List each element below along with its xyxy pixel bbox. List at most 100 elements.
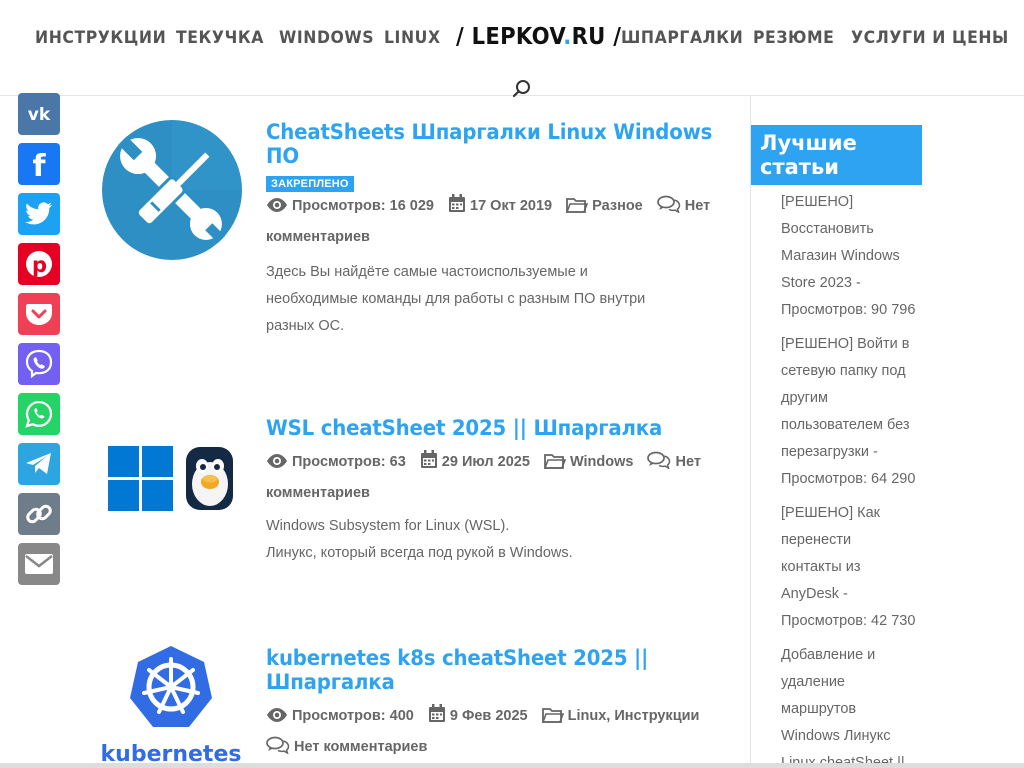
excerpt-line: необходимые команды для работы с разным … bbox=[266, 291, 646, 307]
post-title[interactable]: CheatSheets Шпаргалки Linux Windows ПО bbox=[266, 120, 712, 168]
post-thumbnail[interactable]: kubernetes bbox=[100, 646, 245, 768]
nav-item-linux[interactable]: LINUX bbox=[384, 28, 441, 47]
logo-prefix: / LEPKOV bbox=[456, 24, 564, 50]
comments-icon bbox=[647, 451, 671, 479]
vk-icon[interactable]: vk bbox=[18, 93, 60, 135]
post-category-link[interactable]: Linux bbox=[568, 708, 607, 724]
calendar-icon bbox=[448, 194, 466, 223]
best-articles-list: [РЕШЕНО] Восстановить Магазин Windows St… bbox=[751, 189, 926, 768]
post-date: 17 Окт 2019 bbox=[470, 198, 553, 214]
post-category-link[interactable]: Windows bbox=[570, 454, 634, 470]
link-line: сетевую папку под bbox=[781, 363, 906, 379]
nav-item-windows[interactable]: WINDOWS bbox=[279, 28, 374, 47]
link-line: [РЕШЕНО] Войти в bbox=[781, 336, 910, 352]
logo-dot: . bbox=[563, 24, 572, 50]
article-link[interactable]: Добавление и удаление маршрутов Windows … bbox=[781, 647, 905, 768]
logo-suffix: RU / bbox=[571, 24, 622, 50]
post-title[interactable]: WSL cheatSheet 2025 || Шпаргалка bbox=[266, 416, 689, 440]
link-line: маршрутов bbox=[781, 701, 857, 717]
calendar-icon bbox=[428, 704, 446, 733]
post-comments-link-cont[interactable]: комментариев bbox=[266, 485, 370, 501]
viber-icon[interactable] bbox=[18, 343, 60, 385]
excerpt-line: Windows Subsystem for Linux (WSL). bbox=[266, 518, 510, 534]
facebook-icon[interactable]: f bbox=[18, 143, 60, 185]
list-item[interactable]: [РЕШЕНО] Как перенести контакты из AnyDe… bbox=[781, 500, 926, 635]
post-title-line: CheatSheets Шпаргалки Linux Windows bbox=[266, 120, 713, 144]
post-category-link[interactable]: Инструкции bbox=[614, 708, 699, 724]
link-line: пользователем без bbox=[781, 417, 910, 433]
article-link[interactable]: [РЕШЕНО] Восстановить Магазин Windows St… bbox=[781, 194, 915, 318]
link-line: Восстановить bbox=[781, 221, 874, 237]
eye-icon bbox=[266, 705, 288, 733]
social-share-bar: vk f p bbox=[18, 93, 60, 593]
post-content: WSL cheatSheet 2025 || Шпаргалка Просмот… bbox=[266, 416, 716, 567]
site-logo[interactable]: / LEPKOV.RU / bbox=[456, 24, 621, 50]
nav-item-cheatsheets[interactable]: ШПАРГАЛКИ bbox=[621, 28, 743, 47]
nav-item-instructions[interactable]: ИНСТРУКЦИИ bbox=[35, 28, 166, 47]
link-line: удаление bbox=[781, 674, 845, 690]
post-date: 29 Июл 2025 bbox=[441, 454, 530, 470]
svg-text:f: f bbox=[32, 149, 46, 179]
link-line: Добавление и bbox=[781, 647, 876, 663]
horizontal-scrollbar[interactable] bbox=[0, 763, 1024, 768]
email-icon[interactable] bbox=[18, 543, 60, 585]
pinterest-icon[interactable]: p bbox=[18, 243, 60, 285]
post-category-link[interactable]: Разное bbox=[592, 198, 643, 214]
comments-icon bbox=[656, 195, 681, 223]
excerpt-line: Здесь Вы найдёте самые частоиспользуемые… bbox=[266, 264, 588, 280]
link-line: [РЕШЕНО] bbox=[781, 194, 854, 210]
folder-icon bbox=[565, 195, 589, 223]
calendar-icon bbox=[420, 450, 438, 479]
post-thumbnail[interactable] bbox=[100, 416, 245, 561]
post-date: 9 Фев 2025 bbox=[449, 708, 528, 724]
svg-text:vk: vk bbox=[28, 105, 51, 124]
link-line: перезагрузки - bbox=[781, 444, 878, 460]
post-content: kubernetes k8s cheatSheet 2025 || Шпаргал… bbox=[266, 646, 716, 764]
eye-icon bbox=[266, 195, 288, 223]
link-line: Просмотров: 64 290 bbox=[781, 471, 916, 487]
folder-icon bbox=[543, 451, 567, 479]
windows-logo-icon bbox=[108, 446, 173, 511]
link-line: Просмотров: 42 730 bbox=[781, 613, 916, 629]
link-line: Store 2023 - bbox=[781, 275, 861, 291]
eye-icon bbox=[266, 451, 288, 479]
list-item[interactable]: [РЕШЕНО] Восстановить Магазин Windows St… bbox=[781, 189, 926, 324]
sidebar-best-articles: Лучшие статьи [РЕШЕНО] Восстановить Мага… bbox=[751, 125, 926, 768]
link-line: контакты из bbox=[781, 559, 861, 575]
link-line: AnyDesk - bbox=[781, 586, 848, 602]
post-title-line: kubernetes k8s cheatSheet 2025 || bbox=[266, 646, 649, 670]
kubernetes-logo-icon: kubernetes bbox=[101, 646, 241, 767]
nav-item-services[interactable]: УСЛУГИ И ЦЕНЫ bbox=[851, 28, 1009, 47]
telegram-icon[interactable] bbox=[18, 443, 60, 485]
post-thumbnail[interactable] bbox=[100, 120, 245, 265]
post-comments-link[interactable]: Нет bbox=[675, 454, 700, 470]
post-excerpt: Здесь Вы найдёте самые частоиспользуемые… bbox=[266, 259, 716, 340]
svg-text:p: p bbox=[32, 253, 47, 277]
tools-icon bbox=[102, 120, 242, 260]
post-meta: Просмотров: 63 29 Июл 2025 Windows Нет к… bbox=[266, 448, 716, 507]
pocket-icon[interactable] bbox=[18, 293, 60, 335]
post-meta: Просмотров: 400 9 Фев 2025 Linux, Инстру… bbox=[266, 702, 716, 764]
copy-link-icon[interactable] bbox=[18, 493, 60, 535]
post-comments-link[interactable]: Нет комментариев bbox=[294, 739, 427, 755]
post-excerpt: Windows Subsystem for Linux (WSL). Линук… bbox=[266, 513, 716, 567]
link-line: другим bbox=[781, 390, 828, 406]
sidebar-title-line: статьи bbox=[760, 155, 839, 179]
post-title[interactable]: kubernetes k8s cheatSheet 2025 || Шпаргал… bbox=[266, 646, 689, 694]
list-item[interactable]: [РЕШЕНО] Войти в сетевую папку под други… bbox=[781, 331, 926, 493]
post-meta: Просмотров: 16 029 17 Окт 2019 Разное Не… bbox=[266, 192, 716, 251]
post-views: Просмотров: 16 029 bbox=[292, 198, 434, 214]
twitter-icon[interactable] bbox=[18, 193, 60, 235]
article-link[interactable]: [РЕШЕНО] Войти в сетевую папку под други… bbox=[781, 336, 915, 487]
post-comments-link[interactable]: Нет bbox=[685, 198, 710, 214]
nav-item-tekuchka[interactable]: ТЕКУЧКА bbox=[176, 28, 264, 47]
list-item[interactable]: Добавление и удаление маршрутов Windows … bbox=[781, 642, 926, 768]
post-title-line: ПО bbox=[266, 144, 299, 168]
whatsapp-icon[interactable] bbox=[18, 393, 60, 435]
comments-icon bbox=[266, 736, 290, 764]
post-views: Просмотров: 63 bbox=[292, 454, 406, 470]
nav-item-resume[interactable]: РЕЗЮМЕ bbox=[753, 28, 834, 47]
article-link[interactable]: [РЕШЕНО] Как перенести контакты из AnyDe… bbox=[781, 505, 915, 629]
post-views: Просмотров: 400 bbox=[292, 708, 414, 724]
post-comments-link-cont[interactable]: комментариев bbox=[266, 229, 370, 245]
